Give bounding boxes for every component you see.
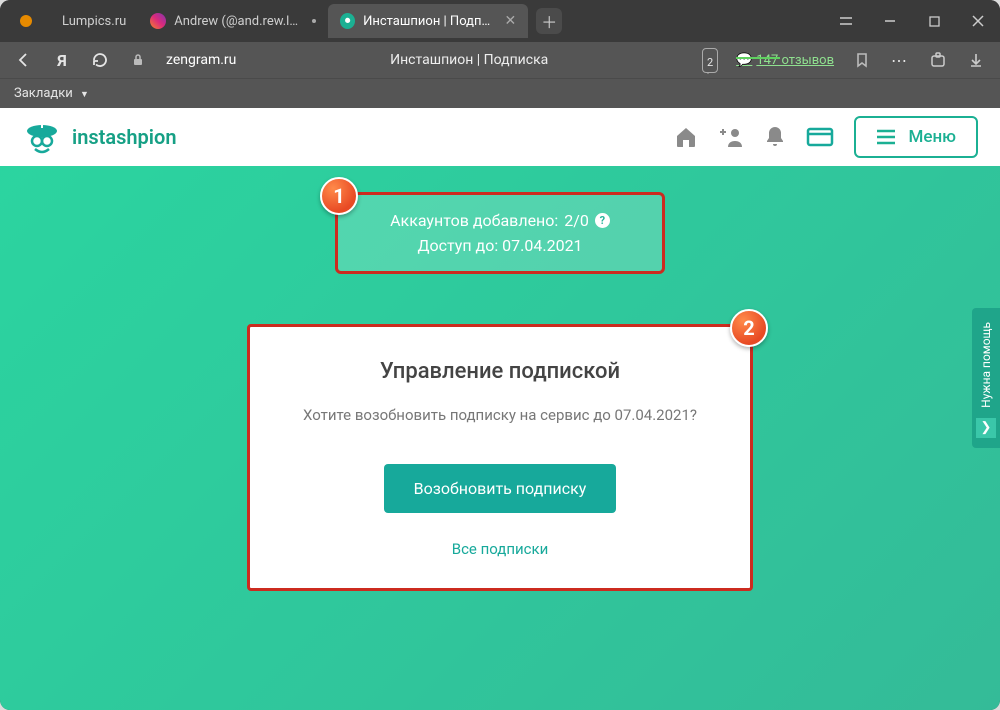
callout-badge-1: 1 — [320, 177, 358, 215]
hamburger-icon — [876, 129, 896, 145]
tab-lumpics[interactable]: Lumpics.ru — [50, 4, 138, 38]
manage-question: Хотите возобновить подписку на сервис до… — [274, 406, 726, 424]
site-header: instashpion Меню — [0, 108, 1000, 166]
window-minimize-button[interactable] — [868, 0, 912, 42]
more-icon[interactable]: ⋯ — [890, 50, 910, 70]
status-card: 1 Аккаунтов добавлено: 2/0 ? Доступ до: … — [335, 192, 665, 274]
underline-icon — [736, 57, 780, 59]
chevron-down-icon: ▼ — [80, 90, 89, 100]
new-tab-button[interactable]: ＋ — [536, 8, 562, 34]
all-subscriptions-link[interactable]: Все подписки — [452, 540, 549, 558]
brand-logo[interactable]: instashpion — [22, 117, 177, 157]
bookmarks-dropdown[interactable]: Закладки ▼ — [14, 86, 89, 101]
window-more-button[interactable] — [824, 0, 868, 42]
tab-label: Инсташпион | Подписк — [363, 14, 492, 29]
add-user-icon[interactable] — [718, 125, 744, 149]
reviews-link[interactable]: 💬 147 отзывов — [736, 53, 834, 68]
help-side-tab[interactable]: Нужна помощь ❯ — [972, 308, 1000, 448]
window-close-button[interactable] — [956, 0, 1000, 42]
site-favicon-icon: ⏺ — [340, 13, 355, 29]
renew-button[interactable]: Возобновить подписку — [384, 464, 617, 513]
download-icon[interactable] — [966, 50, 986, 70]
lock-icon — [128, 50, 148, 70]
bookmarks-bar: Закладки ▼ — [0, 78, 1000, 108]
browser-window: Lumpics.ru Andrew (@and.rew.lptw) ⏺ Инст… — [0, 0, 1000, 710]
tab-strip: Lumpics.ru Andrew (@and.rew.lptw) ⏺ Инст… — [0, 0, 824, 42]
back-button[interactable] — [14, 50, 34, 70]
tab-instashpion[interactable]: ⏺ Инсташпион | Подписк ✕ — [328, 4, 528, 38]
menu-button[interactable]: Меню — [854, 116, 978, 158]
page-title-text: Инсташпион | Подписка — [390, 52, 548, 68]
yandex-icon[interactable]: Я — [52, 50, 72, 70]
help-icon[interactable]: ? — [595, 213, 610, 228]
help-label: Нужна помощь — [979, 318, 993, 412]
tab-label: Lumpics.ru — [62, 14, 126, 29]
url-text[interactable]: zengram.ru — [166, 52, 236, 68]
window-maximize-button[interactable] — [912, 0, 956, 42]
menu-label: Меню — [908, 127, 956, 147]
card-icon[interactable] — [806, 126, 834, 148]
window-titlebar: Lumpics.ru Andrew (@and.rew.lptw) ⏺ Инст… — [0, 0, 1000, 42]
bell-icon[interactable] — [764, 125, 786, 149]
accounts-line: Аккаунтов добавлено: 2/0 ? — [390, 211, 610, 230]
tab-loading-dot-icon — [312, 19, 316, 23]
page-content: instashpion Меню 1 — [0, 108, 1000, 710]
app-dot-icon — [20, 15, 32, 27]
home-icon[interactable] — [674, 125, 698, 149]
tab-instagram[interactable]: Andrew (@and.rew.lptw) — [138, 4, 328, 38]
extensions-icon[interactable] — [928, 50, 948, 70]
instagram-icon — [150, 13, 166, 29]
manage-subscription-card: 2 Управление подпиской Хотите возобновит… — [247, 324, 753, 591]
spy-icon — [22, 117, 62, 157]
tab-close-icon[interactable]: ✕ — [505, 13, 517, 29]
manage-title: Управление подпиской — [274, 359, 726, 384]
callout-badge-2: 2 — [730, 309, 768, 347]
window-controls — [824, 0, 1000, 42]
bookmark-icon[interactable] — [852, 50, 872, 70]
chevron-right-icon: ❯ — [976, 418, 996, 438]
notification-badge[interactable]: 2 — [702, 48, 718, 73]
tab-label: Andrew (@and.rew.lptw) — [174, 14, 304, 29]
reload-button[interactable] — [90, 50, 110, 70]
chat-icon: 💬 — [736, 53, 752, 68]
access-line: Доступ до: 07.04.2021 — [356, 236, 644, 255]
status-card-wrap: 1 Аккаунтов добавлено: 2/0 ? Доступ до: … — [335, 192, 665, 274]
brand-name: instashpion — [72, 125, 177, 149]
address-bar: Я zengram.ru Инсташпион | Подписка 2 💬 1… — [0, 42, 1000, 78]
